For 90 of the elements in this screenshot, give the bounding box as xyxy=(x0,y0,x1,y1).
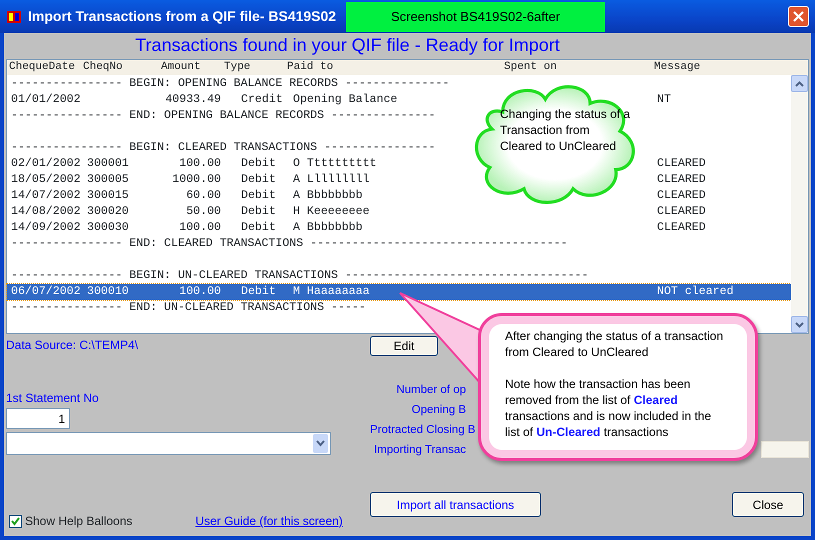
summary-label: Protracted Closing B xyxy=(370,424,476,436)
table-cell: 14/08/2002 xyxy=(11,205,81,218)
table-cell: 18/05/2002 xyxy=(11,173,81,186)
chevron-icon xyxy=(795,322,804,328)
table-cell: 300001 xyxy=(87,157,129,170)
table-cell: 14/09/2002 xyxy=(11,221,81,234)
summary-label: Importing Transac xyxy=(374,444,466,456)
callout-text: After changing the status of a transaction from Cleared to UnCleared xyxy=(505,328,724,360)
table-cell: A Bbbbbbbb xyxy=(293,189,363,202)
transaction-row[interactable]: 14/07/2002 300015 60.00 Debit A Bbbbbbbb CLEARED xyxy=(7,188,791,204)
section-divider-text: ---------------- END: CLEARED TRANSACTIONS ------------------------------------- xyxy=(11,236,568,252)
table-cell: NT xyxy=(657,93,671,106)
close-button[interactable]: Close xyxy=(732,492,804,517)
scroll-down-button[interactable] xyxy=(791,316,808,333)
section-divider-text: ---------------- BEGIN: CLEARED TRANSACTIONS ---------------- xyxy=(11,140,436,156)
callout-text: Note how the transaction has been removed from the list of Cleared transactions and is now included in the list of Un-Cleared transactions xyxy=(505,376,712,440)
transaction-row[interactable]: 14/08/2002 300020 50.00 Debit H Keeeeeeee CLEARED xyxy=(7,204,791,220)
edit-button[interactable]: Edit xyxy=(370,336,438,356)
table-cell: 300005 xyxy=(87,173,129,186)
screenshot-label: Screenshot BS419S02-6after xyxy=(346,2,605,32)
table-cell: 100.00 xyxy=(179,221,221,234)
table-cell: 60.00 xyxy=(186,189,221,202)
table-cell: A Bbbbbbbb xyxy=(293,221,363,234)
summary-label: Number of op xyxy=(396,384,466,396)
table-cell: Debit xyxy=(241,173,276,186)
table-cell: Debit xyxy=(241,285,276,298)
transaction-row[interactable]: 06/07/2002 300010 100.00 Debit M Haaaaaaaa NOT cleared xyxy=(7,284,791,300)
import-button[interactable]: Import all transactions xyxy=(370,492,541,517)
value-field xyxy=(761,441,809,458)
transaction-row[interactable]: 01/01/2002 40933.49 Credit Opening Balance NT xyxy=(7,92,791,108)
table-cell: 40933.49 xyxy=(165,93,221,106)
transaction-row[interactable]: 02/01/2002 300001 100.00 Debit O Tttttttttt CLEARED xyxy=(7,156,791,172)
table-cell: 300020 xyxy=(87,205,129,218)
column-header: Spent on xyxy=(504,61,557,73)
table-cell: 1000.00 xyxy=(172,173,221,186)
table-cell: Credit xyxy=(241,93,283,106)
dropdown-field[interactable] xyxy=(6,432,331,455)
scrollbar[interactable] xyxy=(791,75,808,333)
table-cell: CLEARED xyxy=(657,157,706,170)
table-cell: Debit xyxy=(241,221,276,234)
section-divider-text: ---------------- BEGIN: UN-CLEARED TRANSACTIONS ----------------------------------- xyxy=(11,268,588,284)
column-header: Message xyxy=(654,61,700,73)
table-cell: 300030 xyxy=(87,221,129,234)
statement-label: 1st Statement No xyxy=(6,391,99,405)
column-header: Type xyxy=(224,61,250,73)
table-cell: 100.00 xyxy=(179,285,221,298)
transaction-row[interactable]: 18/05/2002 300005 1000.00 Debit A Lllllllll CLEARED xyxy=(7,172,791,188)
user-guide-link[interactable]: User Guide (for this screen) xyxy=(195,512,343,530)
table-cell: NOT cleared xyxy=(657,285,734,298)
data-source-text: Data Source: C:\TEMP4\ xyxy=(6,338,138,352)
table-cell: 100.00 xyxy=(179,157,221,170)
table-cell: Debit xyxy=(241,205,276,218)
column-header: Paid to xyxy=(287,61,334,73)
scroll-up-button[interactable] xyxy=(791,75,808,92)
checkbox-label: Show Help Balloons xyxy=(25,513,132,530)
table-cell: CLEARED xyxy=(657,189,706,202)
summary-label: Opening B xyxy=(412,404,466,416)
column-header: CheqNo xyxy=(83,61,123,73)
close-button[interactable] xyxy=(788,6,809,27)
table-cell: 01/01/2002 xyxy=(11,93,81,106)
table-cell: CLEARED xyxy=(657,205,706,218)
table-cell: 50.00 xyxy=(186,205,221,218)
table-cell: 300015 xyxy=(87,189,129,202)
table-cell: O Tttttttttt xyxy=(293,157,376,170)
table-cell: Debit xyxy=(241,157,276,170)
section-divider-text: ---------------- END: UN-CLEARED TRANSACTIONS ----- xyxy=(11,300,366,316)
table-cell: 300010 xyxy=(87,285,129,298)
table-cell: CLEARED xyxy=(657,173,706,186)
chevron-icon xyxy=(795,80,804,86)
table-cell: 14/07/2002 xyxy=(11,189,81,202)
column-header: Amount xyxy=(161,61,201,73)
statement-input[interactable]: 1 xyxy=(6,408,70,429)
window-title: Import Transactions from a QIF file- BS419S02 xyxy=(28,7,338,26)
table-cell: CLEARED xyxy=(657,221,706,234)
close-icon xyxy=(793,11,804,22)
table-cell: 06/07/2002 xyxy=(11,285,81,298)
table-cell: M Haaaaaaaa xyxy=(293,285,370,298)
app-icon xyxy=(6,8,22,24)
table-cell: Debit xyxy=(241,189,276,202)
callout-text: Changing the status of a Transaction from Cleared to UnCleared xyxy=(500,106,632,154)
table-cell: 02/01/2002 xyxy=(11,157,81,170)
table-cell: H Keeeeeeee xyxy=(293,205,370,218)
transaction-row[interactable]: 14/09/2002 300030 100.00 Debit A Bbbbbbbb CLEARED xyxy=(7,220,791,236)
column-header: ChequeDate xyxy=(9,61,76,73)
checkbox[interactable] xyxy=(9,514,22,528)
list-heading: Transactions found in your QIF file - Ready for Import xyxy=(134,34,561,57)
section-divider-text: ---------------- END: OPENING BALANCE RECORDS --------------- xyxy=(11,108,436,124)
section-divider-text: ---------------- BEGIN: OPENING BALANCE RECORDS --------------- xyxy=(11,76,450,92)
table-cell: A Lllllllll xyxy=(293,173,370,186)
table-cell: Opening Balance xyxy=(293,93,398,106)
